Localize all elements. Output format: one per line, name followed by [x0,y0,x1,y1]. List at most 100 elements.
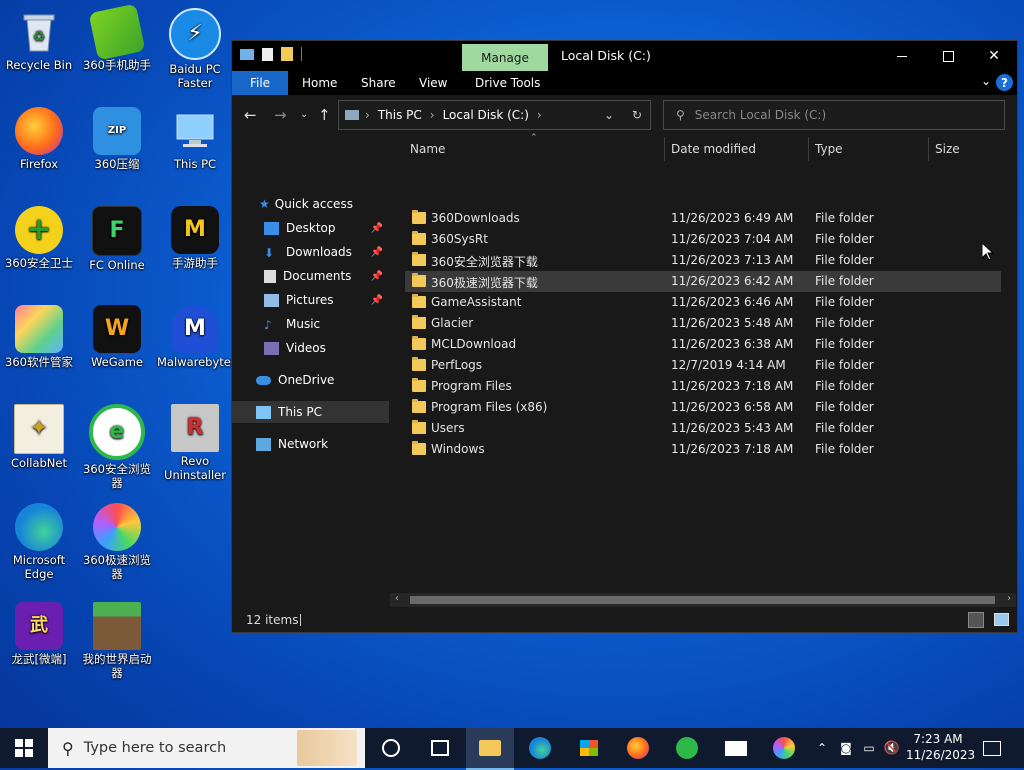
desktop-icon-edge[interactable]: Microsoft Edge [1,503,77,581]
sidebar-item-quick-access[interactable]: ★ Quick access [232,193,389,215]
sidebar-item-onedrive[interactable]: OneDrive [232,369,389,391]
desktop-icon-fc-online[interactable]: F FC Online [79,206,155,272]
file-row[interactable]: 360Downloads 11/26/2023 6:49 AM File folde… [405,208,1001,229]
recent-locations-chevron-icon[interactable]: ⌄ [300,109,308,120]
tab-share[interactable]: Share [361,71,396,95]
desktop-icon-longwu[interactable]: 武 龙武[微端] [1,602,77,666]
taskbar-file-explorer[interactable] [466,728,514,770]
breadcrumb-this-pc[interactable]: This PC [378,108,422,122]
taskbar-mail-icon[interactable] [724,736,748,760]
scroll-left-icon[interactable]: ‹ [395,593,399,604]
task-view-icon[interactable] [428,736,452,760]
notifications-icon[interactable] [980,736,1004,760]
back-arrow-icon[interactable]: ← [244,106,257,124]
file-row[interactable]: 360安全浏览器下载 11/26/2023 7:13 AM File folder [405,250,1001,271]
sidebar-item-downloads[interactable]: ⬇ Downloads 📌 [232,241,389,263]
desktop-icon-360-speed-browser[interactable]: 360极速浏览器 [79,503,155,581]
desktop-icon-360-phone-assistant[interactable]: 360手机助手 [79,3,155,72]
taskbar-edge-icon[interactable] [528,736,552,760]
360-zip-icon: ZIP [93,107,141,155]
system-clock[interactable]: 7:23 AM 11/26/2023 [906,731,975,763]
file-row[interactable]: GameAssistant 11/26/2023 6:46 AM File fold… [405,292,1001,313]
sidebar-item-this-pc[interactable]: This PC [232,401,389,423]
close-button[interactable]: ✕ [971,41,1017,71]
refresh-icon[interactable]: ↻ [632,108,642,122]
desktop-icon-baidu-pc-faster[interactable]: ⚡ Baidu PC Faster [157,8,233,90]
file-row[interactable]: Program Files 11/26/2023 7:18 AM File fold… [405,376,1001,397]
taskbar-firefox-icon[interactable] [626,736,650,760]
volume-muted-icon[interactable]: 🔇 [882,736,902,760]
desktop-icon-firefox[interactable]: Firefox [1,107,77,171]
file-row[interactable]: PerfLogs 12/7/2019 4:14 AM File folder [405,355,1001,376]
new-folder-icon[interactable] [281,47,293,61]
sidebar-item-network[interactable]: Network [232,433,389,455]
desktop-icon-360-secure-browser[interactable]: e 360安全浏览器 [79,404,155,490]
cortana-circle-icon[interactable] [379,736,403,760]
taskbar-360-speed-browser-icon[interactable] [772,736,796,760]
show-hidden-icons-chevron-icon[interactable]: ⌃ [812,736,832,760]
desktop-icon-360-software-manager[interactable]: 360软件管家 [1,305,77,369]
expand-ribbon-chevron-icon[interactable]: ⌄ [981,74,991,88]
tab-home[interactable]: Home [302,71,337,95]
taskbar-store-icon[interactable] [577,736,601,760]
tab-file[interactable]: File [232,71,288,95]
desktop-icon-360-security[interactable]: + 360安全卫士 [1,206,77,270]
scrollbar-thumb[interactable] [410,596,995,604]
search-box[interactable]: ⚲ Search Local Disk (C:) [663,100,1005,130]
title-bar[interactable]: Manage Local Disk (C:) ✕ [232,41,1017,71]
horizontal-scrollbar[interactable]: ‹ › [390,593,1016,607]
desktop-icon-recycle-bin[interactable]: ♻ Recycle Bin [1,8,77,72]
desktop-icon-collabnet[interactable]: ✦ CollabNet [1,404,77,470]
column-separator[interactable] [808,137,809,161]
start-button[interactable] [12,736,36,760]
sidebar-item-music[interactable]: ♪ Music [232,313,389,335]
webcam-tray-icon[interactable]: ◙ [836,736,856,760]
sidebar-item-documents[interactable]: Documents 📌 [232,265,389,287]
properties-icon[interactable] [262,47,273,61]
desktop-icon-mobile-game-assistant[interactable]: M 手游助手 [157,206,233,270]
taskbar-search-box[interactable]: ⚲ Type here to search [48,728,365,768]
sidebar-item-videos[interactable]: Videos [232,337,389,359]
tab-view[interactable]: View [419,71,447,95]
desktop-icon-this-pc[interactable]: This PC [157,107,233,171]
address-bar[interactable]: › This PC › Local Disk (C:) › ⌄ ↻ [338,100,651,130]
up-arrow-icon[interactable]: ↑ [318,106,331,124]
column-separator[interactable] [664,137,665,161]
file-row-hovered[interactable]: 360极速浏览器下载 11/26/2023 6:42 AM File folder [405,271,1001,292]
address-dropdown-icon[interactable]: ⌄ [604,108,614,122]
file-row[interactable]: Windows 11/26/2023 7:18 AM File folder [405,439,1001,460]
desktop-icon-360-zip[interactable]: ZIP 360压缩 [79,107,155,171]
file-row[interactable]: Glacier 11/26/2023 5:48 AM File folder [405,313,1001,334]
taskbar-360-browser-icon[interactable] [675,736,699,760]
column-header-type[interactable]: Type [815,135,843,163]
manage-tab[interactable]: Manage [462,44,548,71]
desktop-icon-malwarebytes[interactable]: M Malwarebytes [157,305,237,369]
sidebar-item-desktop[interactable]: Desktop 📌 [232,217,389,239]
scroll-right-icon[interactable]: › [1007,593,1011,604]
column-header-size[interactable]: Size [935,135,960,163]
desktop-icon-wegame[interactable]: W WeGame [79,305,155,369]
column-separator[interactable] [928,137,929,161]
pin-icon: 📌 [370,246,383,258]
column-header-name[interactable]: Name [410,135,445,163]
tab-drive-tools[interactable]: Drive Tools [475,71,540,95]
file-explorer-window: Manage Local Disk (C:) ✕ File Home Share… [231,40,1018,633]
help-icon[interactable]: ? [996,74,1013,91]
desktop-icon-minecraft-launcher[interactable]: 我的世界启动器 [79,602,155,680]
large-icons-view-icon[interactable] [994,613,1009,626]
file-date: 11/26/2023 6:46 AM [671,295,794,309]
file-row[interactable]: Users 11/26/2023 5:43 AM File folder [405,418,1001,439]
breadcrumb-local-disk[interactable]: Local Disk (C:) [443,108,529,122]
file-row[interactable]: MCLDownload 11/26/2023 6:38 AM File folder [405,334,1001,355]
file-row[interactable]: 360SysRt 11/26/2023 7:04 AM File folder [405,229,1001,250]
sidebar-item-pictures[interactable]: Pictures 📌 [232,289,389,311]
forward-arrow-icon[interactable]: → [274,106,287,124]
details-view-icon[interactable] [968,612,984,628]
item-count: 12 items [246,613,299,627]
desktop-icon-revo-uninstaller[interactable]: R Revo Uninstaller [157,404,233,482]
maximize-button[interactable] [925,41,971,71]
file-row[interactable]: Program Files (x86) 11/26/2023 6:58 AM Fil… [405,397,1001,418]
network-tray-icon[interactable]: ▭ [859,736,879,760]
column-header-date-modified[interactable]: Date modified [671,135,756,163]
minimize-button[interactable] [879,41,925,71]
